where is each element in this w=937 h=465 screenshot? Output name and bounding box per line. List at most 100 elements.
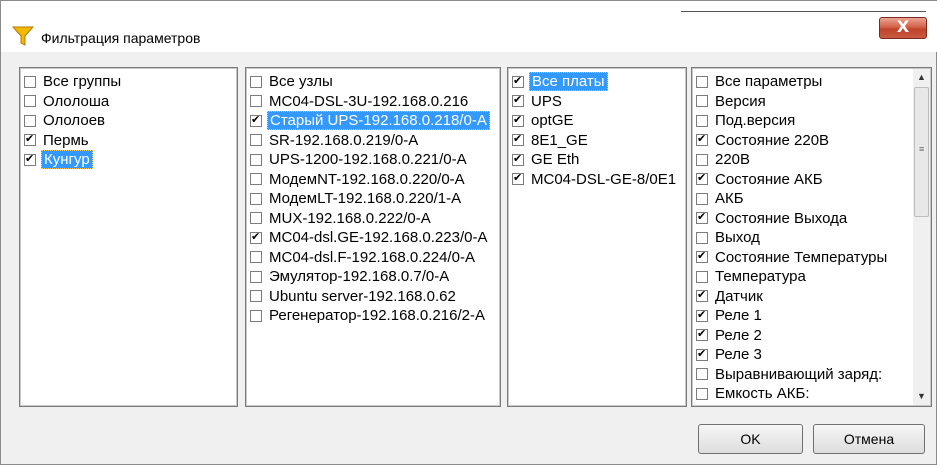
checkbox-checked-icon[interactable] <box>696 329 708 342</box>
nodes-list-item[interactable]: MC04-DSL-3U-192.168.0.216 <box>250 92 496 112</box>
checkbox-checked-icon[interactable] <box>696 348 708 361</box>
checkbox-checked-icon[interactable] <box>250 231 262 244</box>
checkbox-checked-icon[interactable] <box>512 75 524 88</box>
title-bar[interactable]: Фильтрация параметров X <box>1 1 937 52</box>
checkbox-checked-icon[interactable] <box>512 95 524 108</box>
checkbox-checked-icon[interactable] <box>696 212 708 225</box>
params-list[interactable]: Все параметрыВерсия Под.версияСостояние 2… <box>691 67 932 407</box>
params-list-item[interactable]: Состояние Выхода <box>696 209 909 229</box>
nodes-list-item[interactable]: SR-192.168.0.219/0-А <box>250 131 496 151</box>
checkbox-unchecked-icon[interactable] <box>250 192 262 205</box>
checkbox-unchecked-icon[interactable] <box>24 95 36 108</box>
groups-list-item[interactable]: Олoлоша <box>24 92 233 112</box>
checkbox-unchecked-icon[interactable] <box>696 387 708 400</box>
nodes-list[interactable]: Все узлыMC04-DSL-3U-192.168.0.216Старый … <box>245 67 501 407</box>
checkbox-checked-icon[interactable] <box>24 153 36 166</box>
groups-list-item[interactable]: Кунгур <box>24 150 233 170</box>
checkbox-unchecked-icon[interactable] <box>250 270 262 283</box>
params-list-item[interactable]: Под.версия <box>696 111 909 131</box>
nodes-item-label: MC04-dsl.GE-192.168.0.223/0-А <box>269 229 488 247</box>
params-list-item[interactable]: Состояние АКБ <box>696 170 909 190</box>
checkbox-unchecked-icon[interactable] <box>250 309 262 322</box>
ok-button[interactable]: OK <box>698 424 803 454</box>
params-list-item[interactable]: Реле 3 <box>696 345 909 365</box>
boards-list-item[interactable]: optGE <box>512 111 682 131</box>
groups-item-label: Все группы <box>43 73 122 91</box>
nodes-list-item[interactable]: MUX-192.168.0.222/0-А <box>250 209 496 229</box>
checkbox-checked-icon[interactable] <box>512 153 524 166</box>
checkbox-unchecked-icon[interactable] <box>696 270 708 283</box>
checkbox-checked-icon[interactable] <box>696 309 708 322</box>
params-list-item[interactable]: Температура <box>696 267 909 287</box>
nodes-list-item[interactable]: MC04-dsl.GE-192.168.0.223/0-А <box>250 228 496 248</box>
nodes-list-item[interactable]: Ubuntu server-192.168.0.62 <box>250 287 496 307</box>
params-list-item[interactable]: Выход <box>696 228 909 248</box>
checkbox-unchecked-icon[interactable] <box>250 134 262 147</box>
checkbox-unchecked-icon[interactable] <box>250 75 262 88</box>
checkbox-unchecked-icon[interactable] <box>696 95 708 108</box>
checkbox-unchecked-icon[interactable] <box>696 114 708 127</box>
checkbox-unchecked-icon[interactable] <box>24 114 36 127</box>
boards-list-item[interactable]: 8E1_GE <box>512 131 682 151</box>
params-list-item[interactable]: Состояние 220В <box>696 131 909 151</box>
nodes-list-item[interactable]: UPS-1200-192.168.0.221/0-А <box>250 150 496 170</box>
groups-list[interactable]: Все группыОлoлоша ОлолоевПермьКунгур <box>19 67 238 407</box>
boards-item-label: MC04-DSL-GE-8/0E1 <box>531 170 677 188</box>
boards-list-item[interactable]: MC04-DSL-GE-8/0E1 <box>512 170 682 190</box>
nodes-list-item[interactable]: Все узлы <box>250 72 496 92</box>
checkbox-checked-icon[interactable] <box>696 134 708 147</box>
checkbox-checked-icon[interactable] <box>24 134 36 147</box>
boards-list-item[interactable]: Все платы <box>512 72 682 92</box>
checkbox-checked-icon[interactable] <box>512 134 524 147</box>
boards-list-item[interactable]: UPS <box>512 92 682 112</box>
params-list-item[interactable]: АКБ <box>696 189 909 209</box>
params-list-item[interactable]: Выравнивающий заряд: <box>696 365 909 385</box>
boards-list[interactable]: Все платыUPS optGE8E1_GE GE EthMC04-DSL-GE… <box>507 67 687 407</box>
nodes-list-item[interactable]: Эмулятор-192.168.0.7/0-А <box>250 267 496 287</box>
checkbox-unchecked-icon[interactable] <box>696 192 708 205</box>
nodes-list-item[interactable]: МодемNT-192.168.0.220/0-А <box>250 170 496 190</box>
checkbox-unchecked-icon[interactable] <box>250 153 262 166</box>
checkbox-checked-icon[interactable] <box>696 290 708 303</box>
params-list-item[interactable]: Датчик <box>696 287 909 307</box>
params-list-item[interactable]: Емкость АКБ: <box>696 384 909 404</box>
params-list-item[interactable]: Реле 1 <box>696 306 909 326</box>
params-list-item[interactable]: Состояние Температуры <box>696 248 909 268</box>
checkbox-unchecked-icon[interactable] <box>696 231 708 244</box>
groups-list-item[interactable]: Все группы <box>24 72 233 92</box>
checkbox-unchecked-icon[interactable] <box>250 95 262 108</box>
scroll-up-arrow-icon[interactable]: ▲ <box>913 69 930 86</box>
groups-list-item[interactable]: Пермь <box>24 131 233 151</box>
checkbox-unchecked-icon[interactable] <box>250 212 262 225</box>
checkbox-unchecked-icon[interactable] <box>696 153 708 166</box>
params-scrollbar[interactable]: ▲ ≡ ▼ <box>913 69 930 405</box>
checkbox-unchecked-icon[interactable] <box>250 251 262 264</box>
params-list-item[interactable]: 220В <box>696 150 909 170</box>
checkbox-checked-icon[interactable] <box>696 251 708 264</box>
params-item-label: Все параметры <box>715 73 823 91</box>
params-item-label: Емкость АКБ: <box>715 385 810 403</box>
checkbox-unchecked-icon[interactable] <box>24 75 36 88</box>
scroll-thumb[interactable]: ≡ <box>914 87 929 217</box>
checkbox-checked-icon[interactable] <box>512 173 524 186</box>
boards-list-item[interactable]: GE Eth <box>512 150 682 170</box>
nodes-list-item[interactable]: МодемLT-192.168.0.220/1-А <box>250 189 496 209</box>
checkbox-checked-icon[interactable] <box>512 114 524 127</box>
params-list-item[interactable]: Реле 2 <box>696 326 909 346</box>
nodes-item-label: Старый UPS-192.168.0.218/0-А <box>267 111 490 131</box>
nodes-list-item[interactable]: Регенератор-192.168.0.216/2-А <box>250 306 496 326</box>
params-list-item[interactable]: Все параметры <box>696 72 909 92</box>
nodes-list-item[interactable]: Старый UPS-192.168.0.218/0-А <box>250 111 496 131</box>
scroll-down-arrow-icon[interactable]: ▼ <box>913 388 930 405</box>
checkbox-unchecked-icon[interactable] <box>696 368 708 381</box>
params-list-item[interactable]: Версия <box>696 92 909 112</box>
nodes-list-item[interactable]: MC04-dsl.F-192.168.0.224/0-А <box>250 248 496 268</box>
checkbox-checked-icon[interactable] <box>250 114 262 127</box>
checkbox-unchecked-icon[interactable] <box>250 173 262 186</box>
close-button[interactable]: X <box>879 17 927 39</box>
checkbox-unchecked-icon[interactable] <box>250 290 262 303</box>
cancel-button[interactable]: Отмена <box>813 424 925 454</box>
checkbox-checked-icon[interactable] <box>696 173 708 186</box>
checkbox-unchecked-icon[interactable] <box>696 75 708 88</box>
groups-list-item[interactable]: Ололоев <box>24 111 233 131</box>
